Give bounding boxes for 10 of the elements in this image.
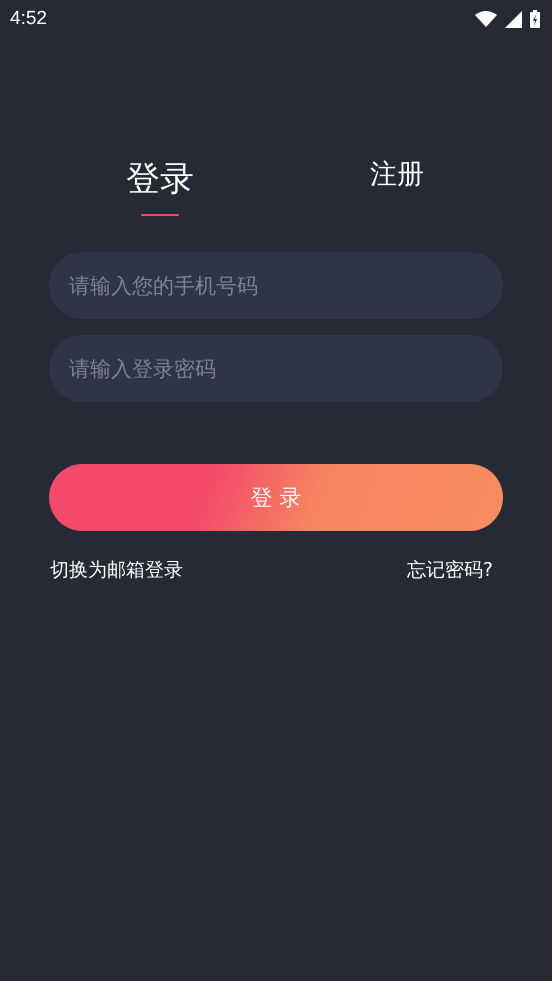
input-field[interactable]: 请输入登录密码 bbox=[49, 335, 503, 402]
wifi-icon bbox=[475, 11, 497, 27]
switch-email-link[interactable]: 切换为邮箱登录 bbox=[50, 557, 183, 583]
input-field[interactable]: 请输入您的手机号码 bbox=[49, 252, 503, 319]
tab[interactable]: 注册 bbox=[370, 156, 424, 216]
battery-icon bbox=[530, 10, 540, 28]
signal-icon bbox=[505, 10, 522, 28]
forgot-password-link[interactable]: 忘记密码? bbox=[406, 557, 493, 583]
tab[interactable]: 登录 bbox=[126, 156, 194, 216]
status-time: 4:52 bbox=[10, 8, 47, 30]
